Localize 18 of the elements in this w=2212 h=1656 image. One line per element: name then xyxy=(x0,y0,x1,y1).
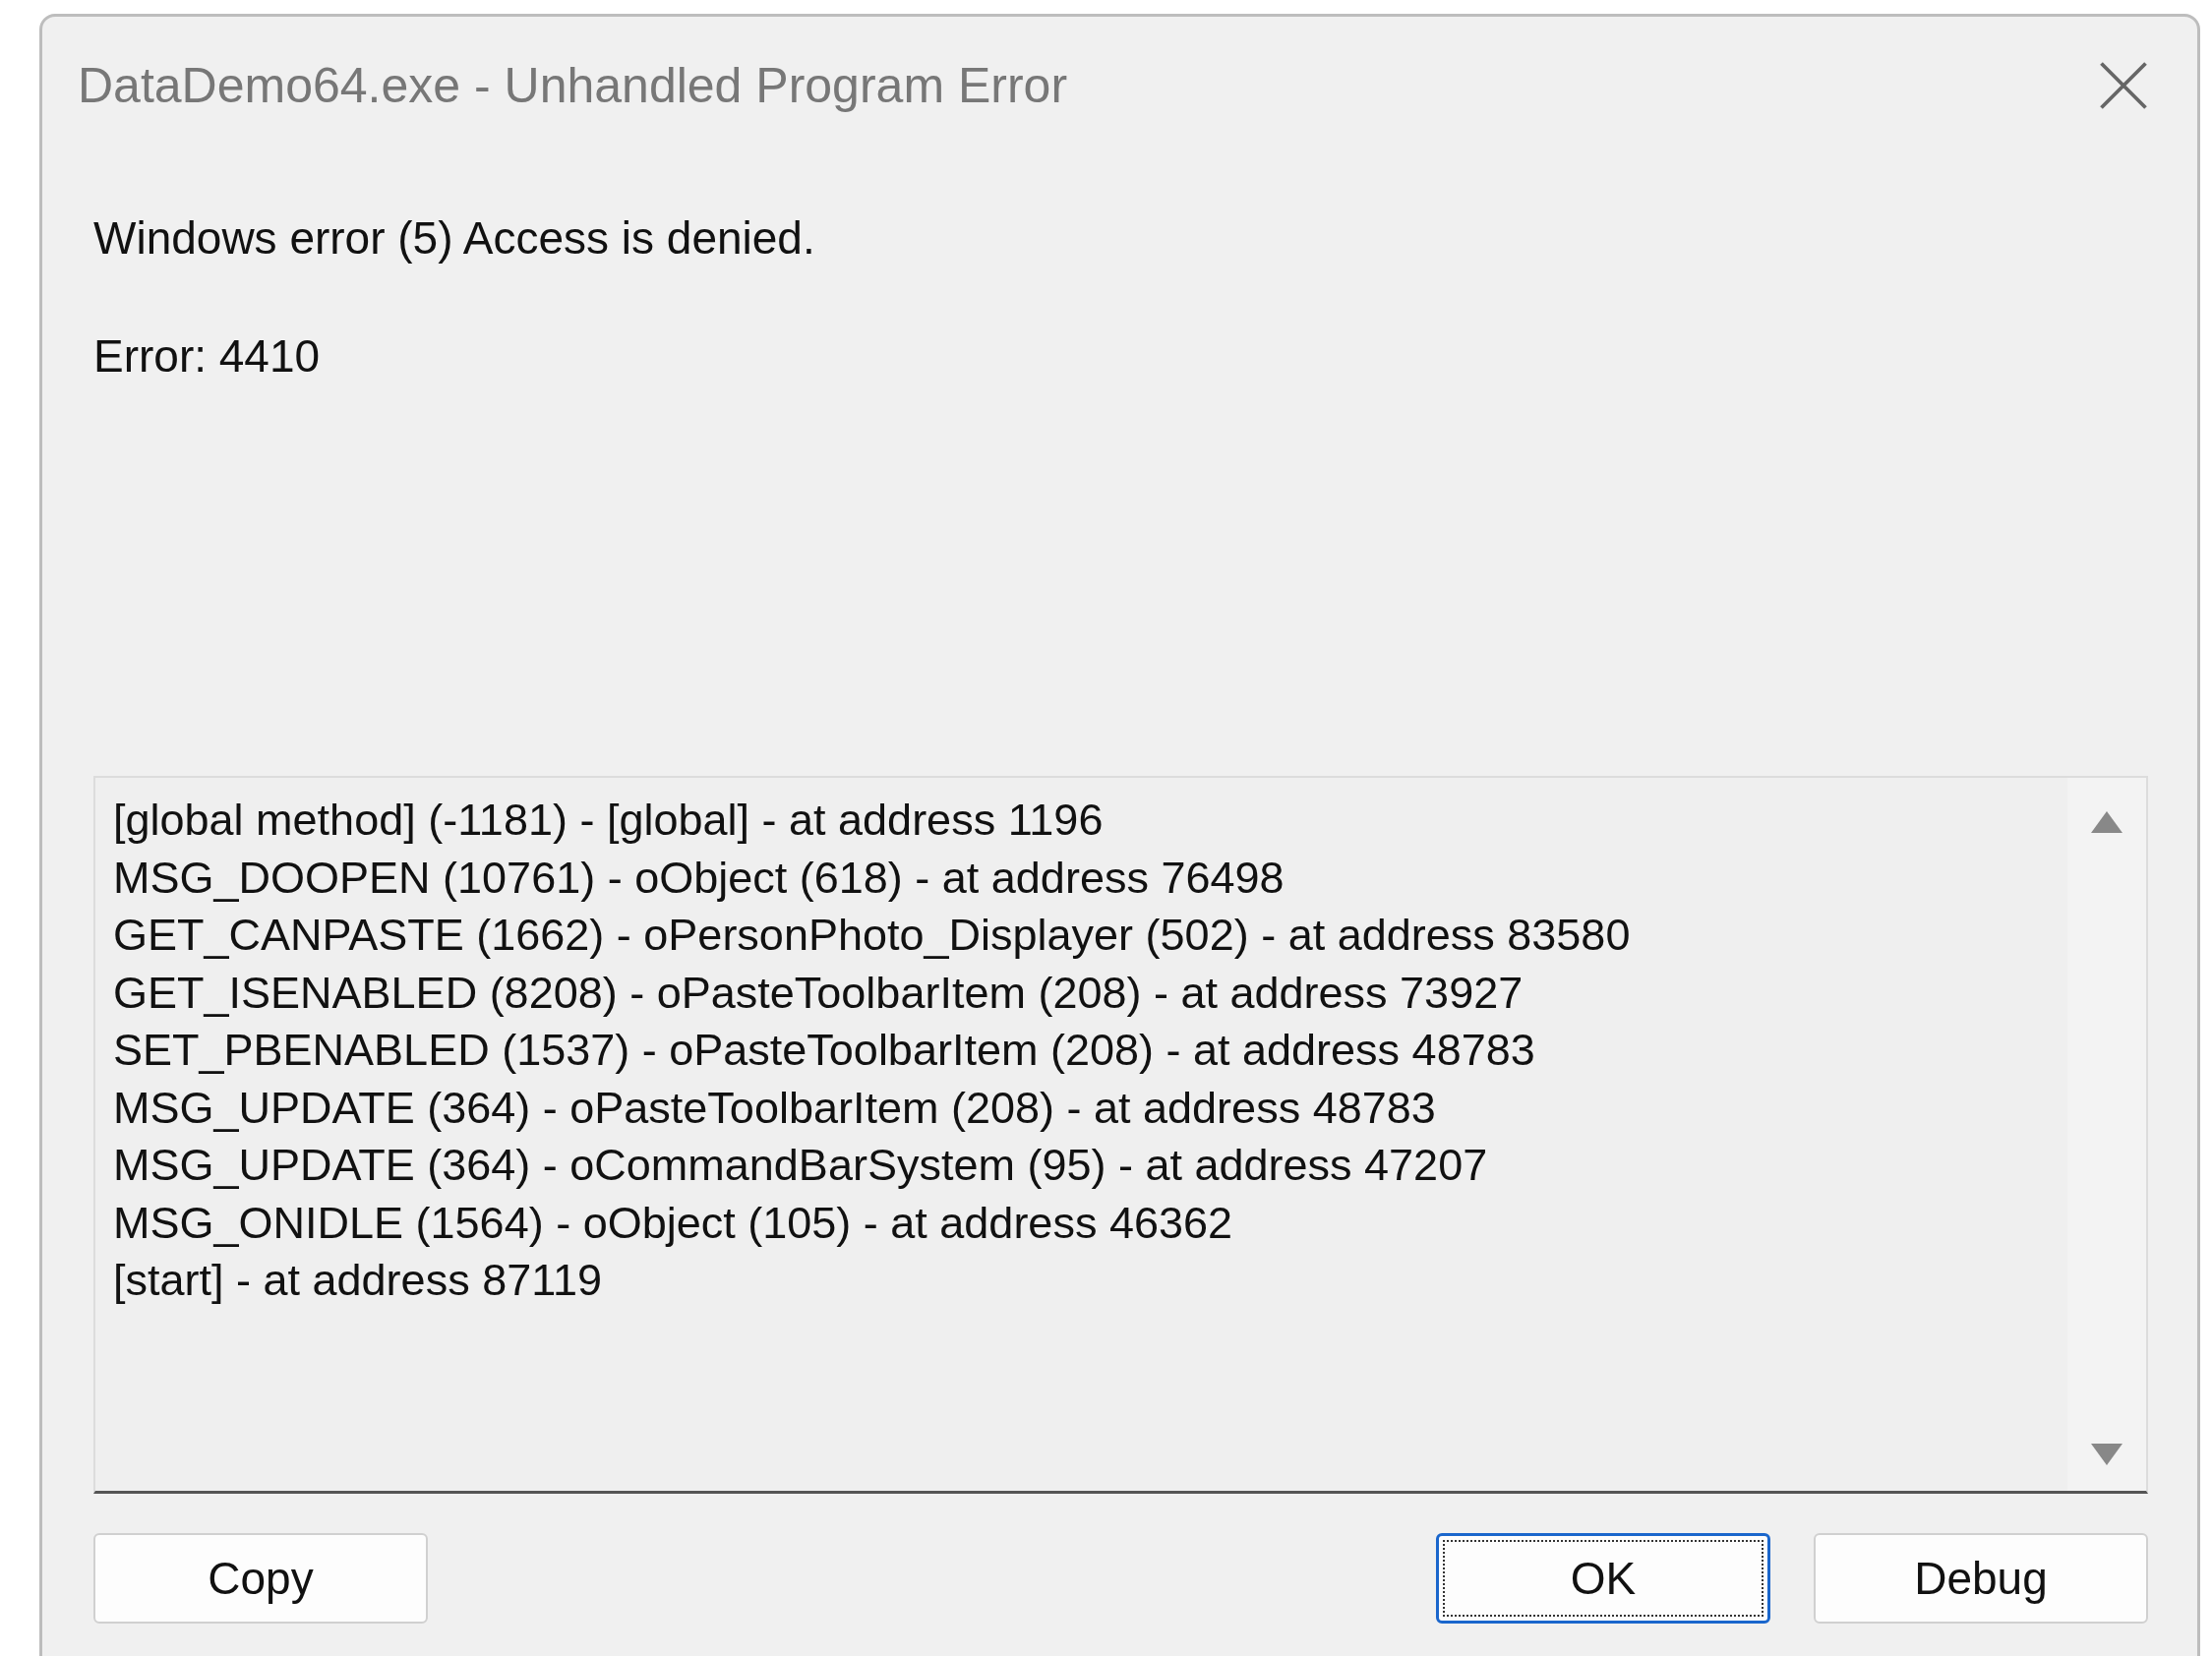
scroll-up-icon[interactable] xyxy=(2089,809,2124,835)
dialog-button[interactable]: OK xyxy=(1436,1533,1770,1624)
window-title: DataDemo64.exe - Unhandled Program Error xyxy=(78,57,1068,114)
call-stack-line: [start] - at address 87119 xyxy=(113,1254,603,1307)
call-stack-line: GET_ISENABLED (8208) - oPasteToolbarItem (208) - at address 73927 xyxy=(113,966,1524,1020)
call-stack-line: [global method] (-1181) - [global] - at address 1196 xyxy=(113,794,1105,847)
call-stack-line: MSG_DOOPEN (10761) - oObject (618) - at address 76498 xyxy=(113,851,1285,905)
call-stack-line: SET_PBENABLED (1537) - oPasteToolbarItem (208) - at address 48783 xyxy=(113,1024,1536,1077)
call-stack-line: GET_CANPASTE (1662) - oPersonPhoto_Displayer (502) - at address 83580 xyxy=(113,909,1632,962)
call-stack-line: MSG_ONIDLE (1564) - oObject (105) - at address 46362 xyxy=(113,1196,1234,1250)
error-message: Windows error (5) Access is denied. xyxy=(93,213,816,263)
call-stack-line: MSG_UPDATE (364) - oCommandBarSystem (95) - at address 47207 xyxy=(113,1139,1489,1192)
close-icon[interactable] xyxy=(2099,61,2148,110)
scroll-down-icon[interactable] xyxy=(2089,1442,2124,1467)
call-stack-line: MSG_UPDATE (364) - oPasteToolbarItem (208) - at address 48783 xyxy=(113,1081,1437,1135)
dialog-button[interactable]: Debug xyxy=(1814,1533,2148,1624)
dialog-button[interactable]: Copy xyxy=(93,1533,428,1624)
error-message: Error: 4410 xyxy=(93,331,322,381)
